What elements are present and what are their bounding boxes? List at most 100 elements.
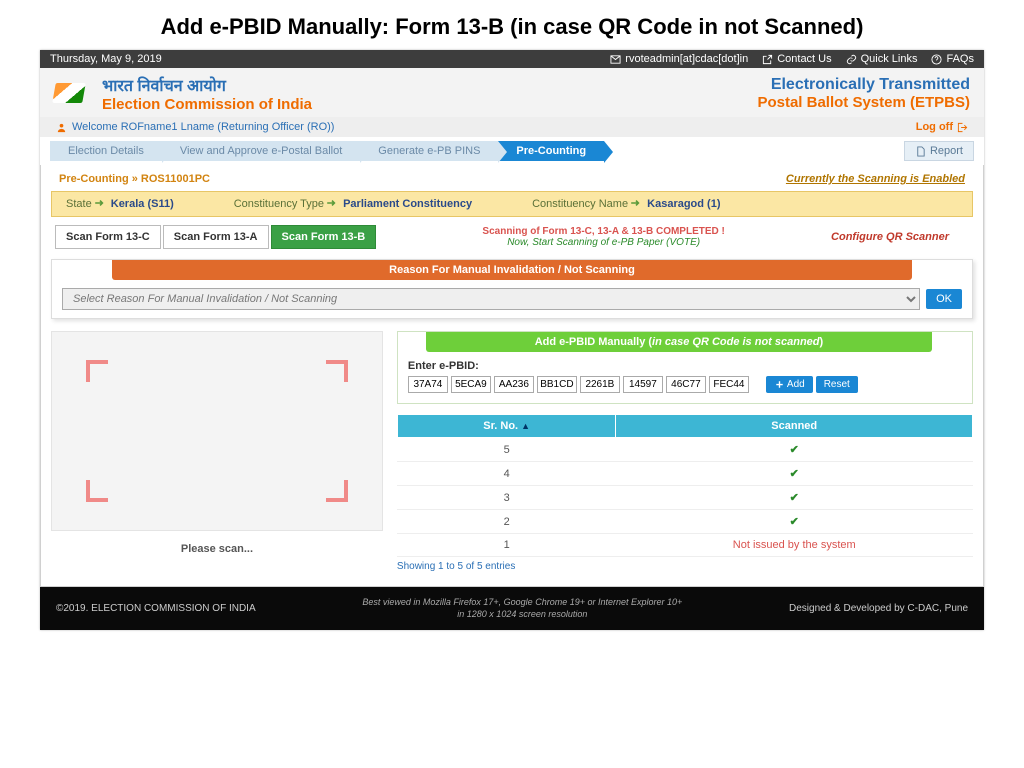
scan-corner-tr: [326, 360, 348, 382]
link-icon: [846, 54, 857, 65]
reason-select[interactable]: Select Reason For Manual Invalidation / …: [62, 288, 920, 310]
content: Pre-Counting » ROS11001PC Currently the …: [40, 165, 984, 587]
footer-right: Designed & Developed by C-DAC, Pune: [789, 603, 968, 614]
cell-status: ✔: [616, 486, 973, 510]
pbid-field-3[interactable]: [537, 376, 577, 393]
arrow-icon: [631, 199, 641, 207]
scan-status: Currently the Scanning is Enabled: [786, 173, 965, 185]
form-tab-strip: Scan Form 13-C Scan Form 13-A Scan Form …: [51, 225, 973, 249]
col-srno[interactable]: Sr. No. ▲: [397, 415, 616, 438]
top-faqs[interactable]: FAQs: [931, 53, 974, 65]
pbid-field-4[interactable]: [580, 376, 620, 393]
table-row: 3✔: [397, 486, 972, 510]
col-scanned[interactable]: Scanned: [616, 415, 973, 438]
question-icon: [931, 54, 942, 65]
user-icon: [56, 122, 67, 133]
nav-pre-counting[interactable]: Pre-Counting: [498, 141, 604, 161]
check-icon: ✔: [790, 468, 799, 480]
header-english: Election Commission of India: [102, 96, 312, 113]
cell-srno: 4: [397, 462, 616, 486]
arrow-icon: [762, 54, 773, 65]
scan-corner-bl: [86, 480, 108, 502]
head-post: ): [820, 336, 824, 348]
top-contact[interactable]: Contact Us: [762, 53, 831, 65]
arrow-icon: [95, 199, 105, 207]
add-pbid-heading: Add e-PBID Manually (in case QR Code is …: [426, 332, 932, 352]
ctype-label: Constituency Type: [234, 198, 324, 210]
cell-srno: 2: [397, 510, 616, 534]
cname-label: Constituency Name: [532, 198, 628, 210]
state-value: Kerala (S11): [111, 198, 174, 210]
header: भारत निर्वाचन आयोग Election Commission o…: [40, 68, 984, 117]
eci-logo: [54, 79, 90, 109]
ctype-value: Parliament Constituency: [343, 198, 472, 210]
top-email-text: rvoteadmin[at]cdac[dot]in: [625, 53, 748, 65]
head-pre: Add e-PBID Manually (: [535, 336, 652, 348]
breadcrumb-row: Pre-Counting » ROS11001PC Currently the …: [51, 171, 973, 191]
add-btn-text: Add: [787, 379, 805, 390]
tab-scan-13b[interactable]: Scan Form 13-B: [271, 225, 377, 249]
check-icon: ✔: [790, 492, 799, 504]
scan-corner-tl: [86, 360, 108, 382]
scan-msg-line2: Now, Start Scanning of e-PB Paper (VOTE): [378, 237, 829, 248]
report-button[interactable]: Report: [904, 141, 974, 161]
pbid-field-7[interactable]: [709, 376, 749, 393]
meta-bar: State Kerala (S11) Constituency Type Par…: [51, 191, 973, 217]
cname-value: Kasaragod (1): [647, 198, 720, 210]
head-em: in case QR Code is not scanned: [652, 336, 820, 348]
top-email[interactable]: rvoteadmin[at]cdac[dot]in: [610, 53, 748, 65]
cell-status: ✔: [616, 462, 973, 486]
entries-info: Showing 1 to 5 of 5 entries: [397, 557, 973, 574]
configure-scanner[interactable]: Configure QR Scanner: [831, 231, 969, 243]
scan-corner-br: [326, 480, 348, 502]
report-icon: [915, 146, 926, 157]
scanned-table: Sr. No. ▲ Scanned 5✔4✔3✔2✔1Not issued by…: [397, 414, 973, 557]
top-quick[interactable]: Quick Links: [846, 53, 918, 65]
ok-button[interactable]: OK: [926, 289, 962, 309]
report-text: Report: [930, 145, 963, 157]
pbid-field-2[interactable]: [494, 376, 534, 393]
scan-viewport: [51, 331, 383, 531]
cell-srno: 1: [397, 534, 616, 557]
header-pb: Postal Ballot System (ETPBS): [757, 94, 970, 111]
check-icon: ✔: [790, 516, 799, 528]
cell-srno: 5: [397, 438, 616, 462]
enter-pbid-label: Enter e-PBID:: [408, 360, 962, 372]
nav-election-details[interactable]: Election Details: [50, 141, 162, 161]
cell-status: Not issued by the system: [616, 534, 973, 557]
pbid-field-1[interactable]: [451, 376, 491, 393]
welcome-text: Welcome ROFname1 Lname (Returning Office…: [72, 121, 334, 133]
arrow-icon: [327, 199, 337, 207]
logout-icon: [957, 122, 968, 133]
top-contact-text: Contact Us: [777, 53, 831, 65]
scan-message: Scanning of Form 13-C, 13-A & 13-B COMPL…: [378, 226, 829, 248]
plus-icon: [774, 379, 785, 390]
cell-srno: 3: [397, 486, 616, 510]
tab-scan-13a[interactable]: Scan Form 13-A: [163, 225, 269, 249]
pbid-field-5[interactable]: [623, 376, 663, 393]
footer-mid: Best viewed in Mozilla Firefox 17+, Goog…: [256, 597, 789, 620]
table-row: 4✔: [397, 462, 972, 486]
logoff-text: Log off: [916, 121, 953, 133]
top-bar-date: Thursday, May 9, 2019: [50, 53, 162, 65]
cell-status: ✔: [616, 438, 973, 462]
add-button[interactable]: Add: [766, 376, 813, 393]
pbid-field-0[interactable]: [408, 376, 448, 393]
reason-heading: Reason For Manual Invalidation / Not Sca…: [112, 260, 912, 280]
table-row: 2✔: [397, 510, 972, 534]
tab-scan-13c[interactable]: Scan Form 13-C: [55, 225, 161, 249]
header-et: Electronically Transmitted: [757, 76, 970, 94]
add-pbid-panel: Add e-PBID Manually (in case QR Code is …: [397, 331, 973, 404]
logoff-link[interactable]: Log off: [916, 121, 968, 133]
nav-view-approve[interactable]: View and Approve e-Postal Ballot: [162, 141, 360, 161]
reset-button[interactable]: Reset: [816, 376, 858, 393]
nav-generate-pins[interactable]: Generate e-PB PINS: [360, 141, 498, 161]
pbid-input-row: Add Reset: [408, 376, 962, 393]
check-icon: ✔: [790, 444, 799, 456]
please-scan-text: Please scan...: [51, 537, 383, 555]
top-faqs-text: FAQs: [946, 53, 974, 65]
header-hindi: भारत निर्वाचन आयोग: [102, 74, 312, 96]
breadcrumb: Pre-Counting » ROS11001PC: [59, 173, 210, 185]
slide-title: Add e-PBID Manually: Form 13-B (in case …: [0, 0, 1024, 50]
pbid-field-6[interactable]: [666, 376, 706, 393]
